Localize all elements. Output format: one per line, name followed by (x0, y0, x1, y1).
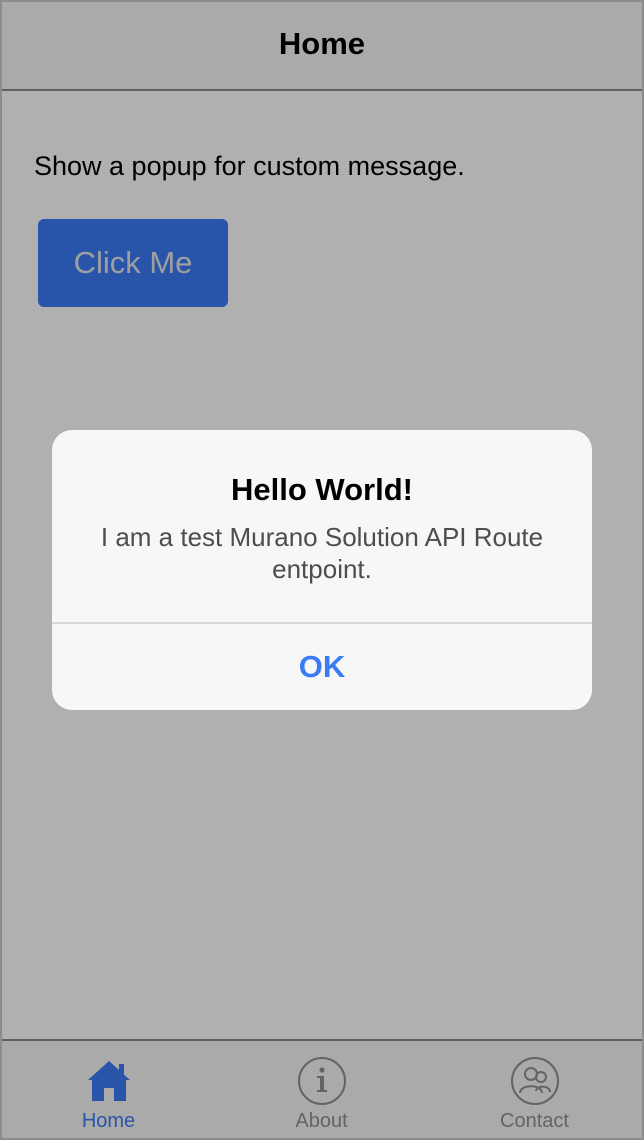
alert-message: I am a test Murano Solution API Route en… (100, 522, 544, 584)
alert-dialog: Hello World! I am a test Murano Solution… (52, 430, 592, 710)
app-screen: Home Show a popup for custom message. Cl… (2, 2, 642, 1138)
ok-button[interactable]: OK (52, 624, 592, 710)
alert-title: Hello World! (231, 472, 413, 507)
